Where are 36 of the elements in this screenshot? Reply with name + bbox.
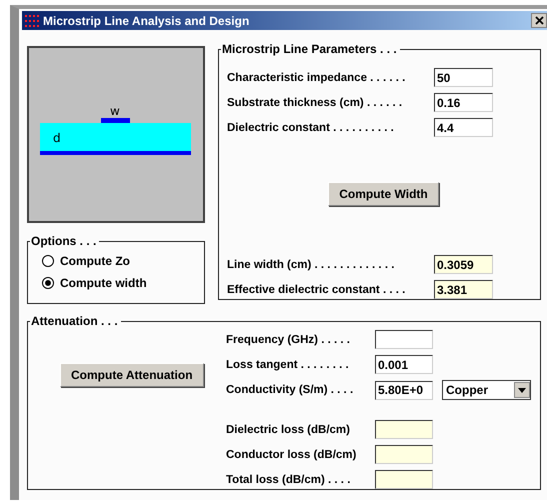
field-label: Characteristic impedance . . . . . . xyxy=(227,72,406,84)
group-title: Microstrip Line Parameters . . . xyxy=(221,42,398,56)
field-label: Substrate thickness (cm) . . . . . . xyxy=(227,96,404,108)
radio-option[interactable]: Compute width xyxy=(42,276,204,290)
input-field[interactable]: 0.001 xyxy=(375,355,433,374)
field-label: Total loss (dB/cm) . . . . xyxy=(226,474,352,486)
output-field[interactable] xyxy=(375,445,433,464)
field-label: Dielectric constant . . . . . . . . . . xyxy=(227,122,395,134)
width-label: w xyxy=(110,104,120,118)
group-title: Options . . . xyxy=(30,234,98,248)
input-field[interactable]: 5.80E+0 xyxy=(375,380,433,400)
output-field[interactable]: 3.381 xyxy=(434,280,493,299)
input-field[interactable]: 0.16 xyxy=(434,93,493,112)
output-field[interactable]: 0.3059 xyxy=(434,255,493,274)
close-button[interactable] xyxy=(531,13,547,28)
output-field[interactable] xyxy=(375,470,433,489)
input-field[interactable]: 4.4 xyxy=(434,118,493,137)
material-dropdown[interactable]: Copper xyxy=(442,380,531,400)
radio-option[interactable]: Compute Zo xyxy=(42,254,204,268)
app-icon xyxy=(24,14,40,28)
input-field[interactable] xyxy=(375,330,433,349)
field-label: Line width (cm) . . . . . . . . . . . . . xyxy=(227,258,396,270)
window-title: Microstrip Line Analysis and Design xyxy=(43,14,250,28)
group-title: Attenuation . . . xyxy=(30,314,119,328)
field-label: Conductivity (S/m) . . . . xyxy=(226,384,354,396)
compute-width-button[interactable]: Compute Width xyxy=(328,182,439,206)
field-label: Conductor loss (dB/cm) xyxy=(226,448,358,460)
field-label: Frequency (GHz) . . . . . xyxy=(226,334,351,346)
field-label: Loss tangent . . . . . . . . xyxy=(226,358,350,370)
close-icon xyxy=(534,16,544,25)
field-label: Effective dielectric constant . . . . xyxy=(227,284,406,296)
field-label: Dielectric loss (dB/cm) xyxy=(226,424,351,436)
thickness-label: d xyxy=(53,131,61,145)
compute-attenuation-button[interactable]: Compute Attenuation xyxy=(60,363,204,387)
input-field[interactable]: 50 xyxy=(434,68,493,87)
output-field[interactable] xyxy=(375,420,433,439)
